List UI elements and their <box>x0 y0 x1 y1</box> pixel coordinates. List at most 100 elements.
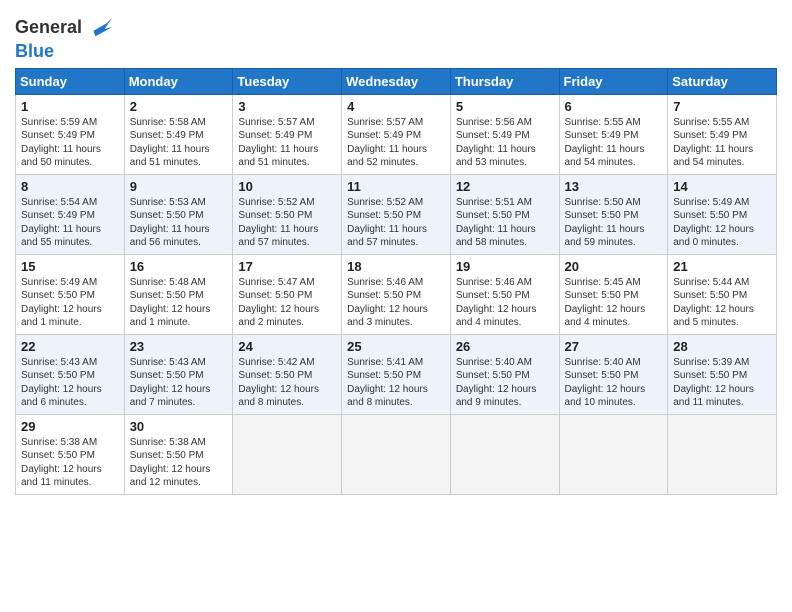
cell-info-text: Sunrise: 5:57 AM Sunset: 5:49 PM Dayligh… <box>347 116 445 170</box>
cell-day-number: 4 <box>347 99 445 114</box>
cell-day-number: 6 <box>565 99 663 114</box>
cell-info-text: Sunrise: 5:51 AM Sunset: 5:50 PM Dayligh… <box>456 196 554 250</box>
cell-day-number: 13 <box>565 179 663 194</box>
cell-day-number: 20 <box>565 259 663 274</box>
cell-day-number: 9 <box>130 179 228 194</box>
cell-info-text: Sunrise: 5:46 AM Sunset: 5:50 PM Dayligh… <box>347 276 445 330</box>
cell-info-text: Sunrise: 5:57 AM Sunset: 5:49 PM Dayligh… <box>238 116 336 170</box>
logo-general-text: General <box>15 18 82 38</box>
cell-info-text: Sunrise: 5:52 AM Sunset: 5:50 PM Dayligh… <box>347 196 445 250</box>
calendar-cell: 17 Sunrise: 5:47 AM Sunset: 5:50 PM Dayli… <box>233 254 342 334</box>
cell-day-number: 30 <box>130 419 228 434</box>
cell-day-number: 8 <box>21 179 119 194</box>
calendar-cell <box>668 414 777 494</box>
cell-info-text: Sunrise: 5:56 AM Sunset: 5:49 PM Dayligh… <box>456 116 554 170</box>
calendar-cell: 15Sunrise: 5:49 AM Sunset: 5:50 PM Dayli… <box>16 254 125 334</box>
calendar-cell: 22 Sunrise: 5:43 AM Sunset: 5:50 PM Dayli… <box>16 334 125 414</box>
cell-day-number: 3 <box>238 99 336 114</box>
calendar-cell: 28 Sunrise: 5:39 AM Sunset: 5:50 PM Dayli… <box>668 334 777 414</box>
cell-info-text: Sunrise: 5:43 AM Sunset: 5:50 PM Dayligh… <box>21 356 119 410</box>
cell-info-text: Sunrise: 5:40 AM Sunset: 5:50 PM Dayligh… <box>565 356 663 410</box>
cell-day-number: 28 <box>673 339 771 354</box>
cell-info-text: Sunrise: 5:43 AM Sunset: 5:50 PM Dayligh… <box>130 356 228 410</box>
cell-info-text: Sunrise: 5:52 AM Sunset: 5:50 PM Dayligh… <box>238 196 336 250</box>
cell-day-number: 23 <box>130 339 228 354</box>
calendar-cell: 7 Sunrise: 5:55 AM Sunset: 5:49 PM Daylig… <box>668 94 777 174</box>
cell-day-number: 26 <box>456 339 554 354</box>
week-row-2: 8 Sunrise: 5:54 AM Sunset: 5:49 PM Daylig… <box>16 174 777 254</box>
cell-info-text: Sunrise: 5:44 AM Sunset: 5:50 PM Dayligh… <box>673 276 771 330</box>
day-header-saturday: Saturday <box>668 68 777 94</box>
calendar-cell <box>559 414 668 494</box>
calendar-cell: 29 Sunrise: 5:38 AM Sunset: 5:50 PM Dayli… <box>16 414 125 494</box>
logo: General Blue <box>15 10 114 62</box>
week-row-5: 29 Sunrise: 5:38 AM Sunset: 5:50 PM Dayli… <box>16 414 777 494</box>
cell-day-number: 14 <box>673 179 771 194</box>
day-header-tuesday: Tuesday <box>233 68 342 94</box>
calendar-cell: 8 Sunrise: 5:54 AM Sunset: 5:49 PM Daylig… <box>16 174 125 254</box>
week-row-1: 1Sunrise: 5:59 AM Sunset: 5:49 PM Daylig… <box>16 94 777 174</box>
cell-info-text: Sunrise: 5:55 AM Sunset: 5:49 PM Dayligh… <box>565 116 663 170</box>
cell-day-number: 18 <box>347 259 445 274</box>
calendar-cell: 12 Sunrise: 5:51 AM Sunset: 5:50 PM Dayli… <box>450 174 559 254</box>
calendar-cell: 20 Sunrise: 5:45 AM Sunset: 5:50 PM Dayli… <box>559 254 668 334</box>
calendar-cell: 9 Sunrise: 5:53 AM Sunset: 5:50 PM Daylig… <box>124 174 233 254</box>
header: General Blue <box>15 10 777 62</box>
cell-day-number: 24 <box>238 339 336 354</box>
cell-info-text: Sunrise: 5:50 AM Sunset: 5:50 PM Dayligh… <box>565 196 663 250</box>
cell-info-text: Sunrise: 5:38 AM Sunset: 5:50 PM Dayligh… <box>21 436 119 490</box>
day-header-thursday: Thursday <box>450 68 559 94</box>
cell-info-text: Sunrise: 5:55 AM Sunset: 5:49 PM Dayligh… <box>673 116 771 170</box>
calendar-cell: 4 Sunrise: 5:57 AM Sunset: 5:49 PM Daylig… <box>342 94 451 174</box>
calendar-cell: 30 Sunrise: 5:38 AM Sunset: 5:50 PM Dayli… <box>124 414 233 494</box>
cell-info-text: Sunrise: 5:38 AM Sunset: 5:50 PM Dayligh… <box>130 436 228 490</box>
cell-info-text: Sunrise: 5:39 AM Sunset: 5:50 PM Dayligh… <box>673 356 771 410</box>
week-row-4: 22 Sunrise: 5:43 AM Sunset: 5:50 PM Dayli… <box>16 334 777 414</box>
cell-info-text: Sunrise: 5:48 AM Sunset: 5:50 PM Dayligh… <box>130 276 228 330</box>
calendar-cell: 26Sunrise: 5:40 AM Sunset: 5:50 PM Dayli… <box>450 334 559 414</box>
cell-info-text: Sunrise: 5:41 AM Sunset: 5:50 PM Dayligh… <box>347 356 445 410</box>
day-header-monday: Monday <box>124 68 233 94</box>
calendar-cell: 13 Sunrise: 5:50 AM Sunset: 5:50 PM Dayli… <box>559 174 668 254</box>
calendar-cell <box>233 414 342 494</box>
cell-info-text: Sunrise: 5:46 AM Sunset: 5:50 PM Dayligh… <box>456 276 554 330</box>
calendar-cell: 23 Sunrise: 5:43 AM Sunset: 5:50 PM Dayli… <box>124 334 233 414</box>
cell-info-text: Sunrise: 5:58 AM Sunset: 5:49 PM Dayligh… <box>130 116 228 170</box>
calendar-cell <box>450 414 559 494</box>
logo-blue-text: Blue <box>15 42 114 62</box>
cell-info-text: Sunrise: 5:42 AM Sunset: 5:50 PM Dayligh… <box>238 356 336 410</box>
calendar-cell: 18 Sunrise: 5:46 AM Sunset: 5:50 PM Dayli… <box>342 254 451 334</box>
cell-day-number: 11 <box>347 179 445 194</box>
calendar-cell: 2 Sunrise: 5:58 AM Sunset: 5:49 PM Daylig… <box>124 94 233 174</box>
cell-day-number: 19 <box>456 259 554 274</box>
cell-info-text: Sunrise: 5:47 AM Sunset: 5:50 PM Dayligh… <box>238 276 336 330</box>
cell-day-number: 7 <box>673 99 771 114</box>
calendar-cell: 14Sunrise: 5:49 AM Sunset: 5:50 PM Dayli… <box>668 174 777 254</box>
cell-info-text: Sunrise: 5:53 AM Sunset: 5:50 PM Dayligh… <box>130 196 228 250</box>
cell-info-text: Sunrise: 5:45 AM Sunset: 5:50 PM Dayligh… <box>565 276 663 330</box>
calendar-cell: 24 Sunrise: 5:42 AM Sunset: 5:50 PM Dayli… <box>233 334 342 414</box>
calendar-cell: 16Sunrise: 5:48 AM Sunset: 5:50 PM Dayli… <box>124 254 233 334</box>
cell-day-number: 22 <box>21 339 119 354</box>
cell-day-number: 10 <box>238 179 336 194</box>
calendar-cell: 6 Sunrise: 5:55 AM Sunset: 5:49 PM Daylig… <box>559 94 668 174</box>
calendar-cell: 5Sunrise: 5:56 AM Sunset: 5:49 PM Daylig… <box>450 94 559 174</box>
calendar-header-row: SundayMondayTuesdayWednesdayThursdayFrid… <box>16 68 777 94</box>
week-row-3: 15Sunrise: 5:49 AM Sunset: 5:50 PM Dayli… <box>16 254 777 334</box>
cell-day-number: 2 <box>130 99 228 114</box>
page: General Blue SundayMondayTuesdayWednesda… <box>0 0 792 510</box>
calendar-cell: 25Sunrise: 5:41 AM Sunset: 5:50 PM Dayli… <box>342 334 451 414</box>
cell-day-number: 29 <box>21 419 119 434</box>
calendar: SundayMondayTuesdayWednesdayThursdayFrid… <box>15 68 777 495</box>
cell-day-number: 27 <box>565 339 663 354</box>
cell-day-number: 1 <box>21 99 119 114</box>
calendar-cell: 21Sunrise: 5:44 AM Sunset: 5:50 PM Dayli… <box>668 254 777 334</box>
cell-day-number: 17 <box>238 259 336 274</box>
calendar-cell: 11 Sunrise: 5:52 AM Sunset: 5:50 PM Dayli… <box>342 174 451 254</box>
cell-day-number: 12 <box>456 179 554 194</box>
calendar-cell <box>342 414 451 494</box>
calendar-cell: 3 Sunrise: 5:57 AM Sunset: 5:49 PM Daylig… <box>233 94 342 174</box>
cell-info-text: Sunrise: 5:54 AM Sunset: 5:49 PM Dayligh… <box>21 196 119 250</box>
calendar-cell: 1Sunrise: 5:59 AM Sunset: 5:49 PM Daylig… <box>16 94 125 174</box>
day-header-friday: Friday <box>559 68 668 94</box>
